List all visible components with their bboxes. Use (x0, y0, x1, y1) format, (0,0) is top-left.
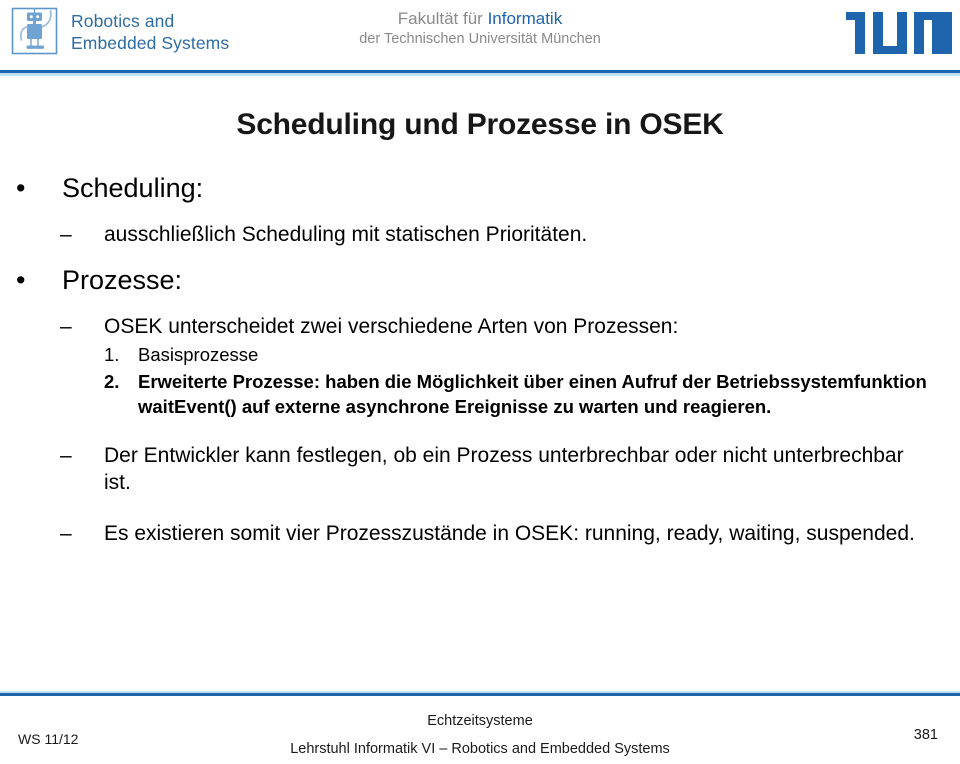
numbered-item-text: Basisprozesse (138, 344, 259, 366)
faculty-line2: der Technischen Universität München (359, 31, 601, 48)
slide-body: • Scheduling: – ausschließlich Schedulin… (0, 172, 960, 551)
footer-center: Echtzeitsysteme Lehrstuhl Informatik VI … (0, 707, 960, 764)
bullet-text: Scheduling: (62, 173, 204, 203)
faculty-line1-highlight: Informatik (487, 9, 563, 28)
bullet-text: Prozesse: (62, 264, 183, 295)
footer-course: Echtzeitsysteme (427, 713, 533, 729)
dash-marker: – (60, 222, 72, 246)
slide-header: Robotics and Embedded Systems Fakultät f… (0, 0, 960, 76)
bullet-level1: • Scheduling: (0, 172, 960, 205)
header-divider (0, 70, 960, 76)
numbered-item-1: 1. Basisprozesse (0, 343, 960, 368)
bullet-text: ausschließlich Scheduling mit statischen… (104, 222, 588, 246)
bullet-text: Der Entwickler kann festlegen, ob ein Pr… (104, 443, 904, 495)
header-divider-light (0, 73, 960, 76)
dash-marker: – (60, 314, 72, 338)
dash-marker: – (60, 443, 72, 467)
bullet-level2: – OSEK unterscheidet zwei verschiedene A… (0, 313, 960, 341)
bullet-marker: • (16, 264, 26, 295)
bullet-marker: • (16, 173, 26, 203)
tum-logo-icon (846, 12, 952, 54)
faculty-line1: Fakultät für Informatik (0, 8, 960, 30)
number-marker: 1. (104, 344, 120, 366)
numbered-item-2: 2. Erweiterte Prozesse: haben die Möglic… (0, 370, 960, 420)
numbered-item-text: Erweiterte Prozesse: haben die Möglichke… (138, 371, 927, 417)
bullet-level1: • Prozesse: (0, 264, 960, 297)
number-marker: 2. (104, 371, 120, 393)
footer-chair: Lehrstuhl Informatik VI – Robotics and E… (290, 741, 670, 758)
bullet-text: OSEK unterscheidet zwei verschiedene Art… (104, 314, 679, 338)
dash-marker: – (60, 522, 72, 546)
bullet-level2: – Der Entwickler kann festlegen, ob ein … (0, 442, 960, 497)
slide-footer: Echtzeitsysteme Lehrstuhl Informatik VI … (0, 697, 960, 764)
footer-divider-dark (0, 693, 960, 696)
bullet-level2: – ausschließlich Scheduling mit statisch… (0, 221, 960, 249)
faculty-title: Fakultät für Informatik der Technischen … (0, 8, 960, 50)
bullet-text: Es existieren somit vier Prozesszustände… (104, 522, 915, 546)
page-title: Scheduling und Prozesse in OSEK (236, 108, 724, 141)
footer-page-number: 381 (913, 727, 938, 743)
footer-term: WS 11/12 (18, 731, 79, 747)
faculty-line1-prefix: Fakultät für (397, 9, 488, 28)
bullet-level2: – Es existieren somit vier Prozesszustän… (0, 520, 960, 548)
